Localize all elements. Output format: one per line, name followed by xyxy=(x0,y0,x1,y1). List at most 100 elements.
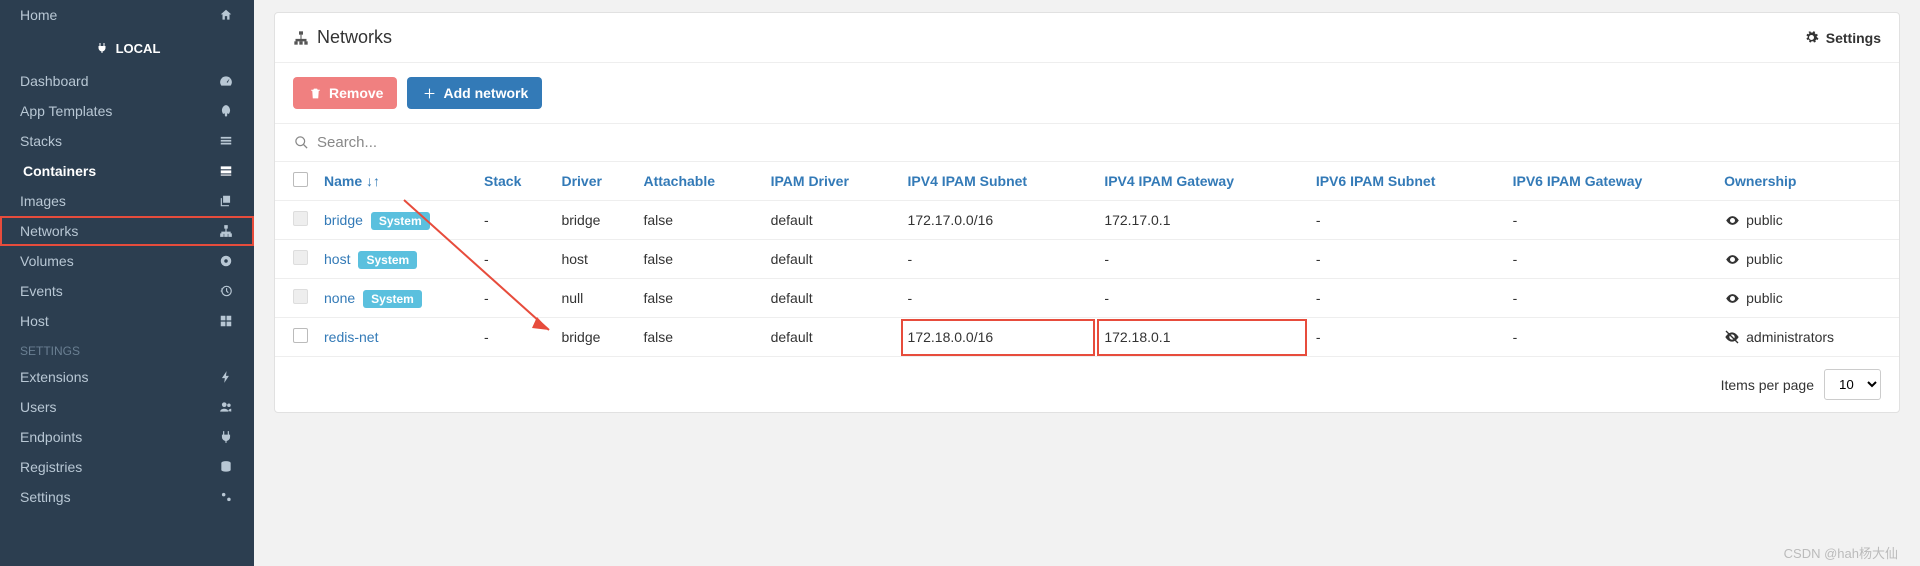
cell-ipv4-subnet: 172.17.0.0/16 xyxy=(900,201,1097,240)
sidebar-item-label: Endpoints xyxy=(20,429,82,445)
select-all-header[interactable] xyxy=(275,162,316,201)
cell-ipv4-gateway: 172.17.0.1 xyxy=(1096,201,1308,240)
sidebar-item-networks[interactable]: Networks xyxy=(0,216,254,246)
cell-stack: - xyxy=(476,201,553,240)
cell-ipv4-subnet: 172.18.0.0/16 xyxy=(900,318,1097,357)
panel-title-text: Networks xyxy=(317,27,392,48)
home-icon xyxy=(218,7,234,23)
sidebar: Home LOCAL Dashboard App Templates Stack… xyxy=(0,0,254,566)
col-driver[interactable]: Driver xyxy=(553,162,635,201)
sidebar-item-label: Settings xyxy=(20,489,71,505)
th-icon xyxy=(218,313,234,329)
cell-ipv4-subnet: - xyxy=(900,240,1097,279)
plug-icon xyxy=(94,40,110,56)
sidebar-item-users[interactable]: Users xyxy=(0,392,254,422)
cell-ipv4-gateway: - xyxy=(1096,240,1308,279)
cell-stack: - xyxy=(476,240,553,279)
sidebar-item-settings[interactable]: Settings xyxy=(0,482,254,512)
cell-attachable: false xyxy=(635,201,762,240)
row-checkbox[interactable] xyxy=(293,328,308,343)
sidebar-item-label: Events xyxy=(20,283,63,299)
sidebar-item-label: Users xyxy=(20,399,57,415)
cell-ipv6-subnet: - xyxy=(1308,318,1505,357)
checkbox-icon[interactable] xyxy=(293,172,308,187)
nav-section-settings: SETTINGS xyxy=(0,336,254,362)
row-checkbox xyxy=(293,289,308,304)
col-ipv6-gateway[interactable]: IPV6 IPAM Gateway xyxy=(1505,162,1717,201)
col-ipam-driver[interactable]: IPAM Driver xyxy=(763,162,900,201)
cell-attachable: false xyxy=(635,240,762,279)
cell-ipv4-gateway: - xyxy=(1096,279,1308,318)
col-attachable[interactable]: Attachable xyxy=(635,162,762,201)
cell-ipv6-gateway: - xyxy=(1505,201,1717,240)
cell-ipv6-gateway: - xyxy=(1505,318,1717,357)
network-name-link[interactable]: redis-net xyxy=(324,329,378,345)
clone-icon xyxy=(218,193,234,209)
cogs-icon xyxy=(218,489,234,505)
remove-button[interactable]: Remove xyxy=(293,77,397,109)
networks-table: Name ↓↑ Stack Driver Attachable IPAM Dri… xyxy=(275,162,1899,357)
sidebar-item-extensions[interactable]: Extensions xyxy=(0,362,254,392)
cell-ownership: administrators xyxy=(1716,318,1899,357)
cell-stack: - xyxy=(476,279,553,318)
panel-title: Networks xyxy=(293,27,392,48)
panel-settings-button[interactable]: Settings xyxy=(1804,30,1881,46)
eye-slash-icon xyxy=(1724,329,1740,345)
server-icon xyxy=(218,163,234,179)
eye-icon xyxy=(1724,290,1740,306)
sidebar-item-registries[interactable]: Registries xyxy=(0,452,254,482)
sidebar-item-endpoints[interactable]: Endpoints xyxy=(0,422,254,452)
sidebar-item-images[interactable]: Images xyxy=(0,186,254,216)
row-checkbox xyxy=(293,211,308,226)
system-badge: System xyxy=(363,290,422,308)
list-icon xyxy=(218,133,234,149)
col-ipv4-subnet[interactable]: IPV4 IPAM Subnet xyxy=(900,162,1097,201)
cell-ipv6-subnet: - xyxy=(1308,201,1505,240)
nav-home-label: Home xyxy=(20,7,57,23)
nav-home[interactable]: Home xyxy=(0,0,254,30)
col-ipv4-gateway[interactable]: IPV4 IPAM Gateway xyxy=(1096,162,1308,201)
items-per-page-label: Items per page xyxy=(1721,377,1814,393)
col-ownership[interactable]: Ownership xyxy=(1716,162,1899,201)
sidebar-item-label: Extensions xyxy=(20,369,88,385)
sidebar-item-containers[interactable]: Containers xyxy=(0,156,254,186)
watermark: CSDN @hah杨大仙 xyxy=(1784,543,1898,562)
table-row: bridgeSystem - bridge false default 172.… xyxy=(275,201,1899,240)
cell-driver: bridge xyxy=(553,318,635,357)
network-name-link[interactable]: none xyxy=(324,290,355,306)
cell-ipam-driver: default xyxy=(763,240,900,279)
add-label: Add network xyxy=(443,85,528,101)
network-name-link[interactable]: host xyxy=(324,251,350,267)
col-ipv6-subnet[interactable]: IPV6 IPAM Subnet xyxy=(1308,162,1505,201)
sidebar-item-label: Dashboard xyxy=(20,73,89,89)
cell-driver: host xyxy=(553,240,635,279)
cell-attachable: false xyxy=(635,279,762,318)
users-icon xyxy=(218,399,234,415)
pagination-footer: Items per page 10 xyxy=(275,357,1899,412)
table-row: noneSystem - null false default - - - - … xyxy=(275,279,1899,318)
sidebar-item-label: Volumes xyxy=(20,253,74,269)
cell-ipam-driver: default xyxy=(763,279,900,318)
table-row: hostSystem - host false default - - - - … xyxy=(275,240,1899,279)
sidebar-item-host[interactable]: Host xyxy=(0,306,254,336)
cell-attachable: false xyxy=(635,318,762,357)
sidebar-item-events[interactable]: Events xyxy=(0,276,254,306)
network-name-link[interactable]: bridge xyxy=(324,212,363,228)
sidebar-item-volumes[interactable]: Volumes xyxy=(0,246,254,276)
sidebar-item-dashboard[interactable]: Dashboard xyxy=(0,66,254,96)
add-network-button[interactable]: Add network xyxy=(407,77,542,109)
sidebar-item-stacks[interactable]: Stacks xyxy=(0,126,254,156)
search-icon xyxy=(293,135,309,151)
sidebar-item-app-templates[interactable]: App Templates xyxy=(0,96,254,126)
table-header-row: Name ↓↑ Stack Driver Attachable IPAM Dri… xyxy=(275,162,1899,201)
cell-ownership: public xyxy=(1716,201,1899,240)
col-stack[interactable]: Stack xyxy=(476,162,553,201)
cell-ipam-driver: default xyxy=(763,318,900,357)
items-per-page-select[interactable]: 10 xyxy=(1824,369,1881,400)
plug-icon xyxy=(218,429,234,445)
col-name[interactable]: Name ↓↑ xyxy=(316,162,476,201)
panel-header: Networks Settings xyxy=(275,13,1899,63)
cell-ipv6-gateway: - xyxy=(1505,240,1717,279)
history-icon xyxy=(218,283,234,299)
search-input[interactable] xyxy=(317,134,1881,151)
